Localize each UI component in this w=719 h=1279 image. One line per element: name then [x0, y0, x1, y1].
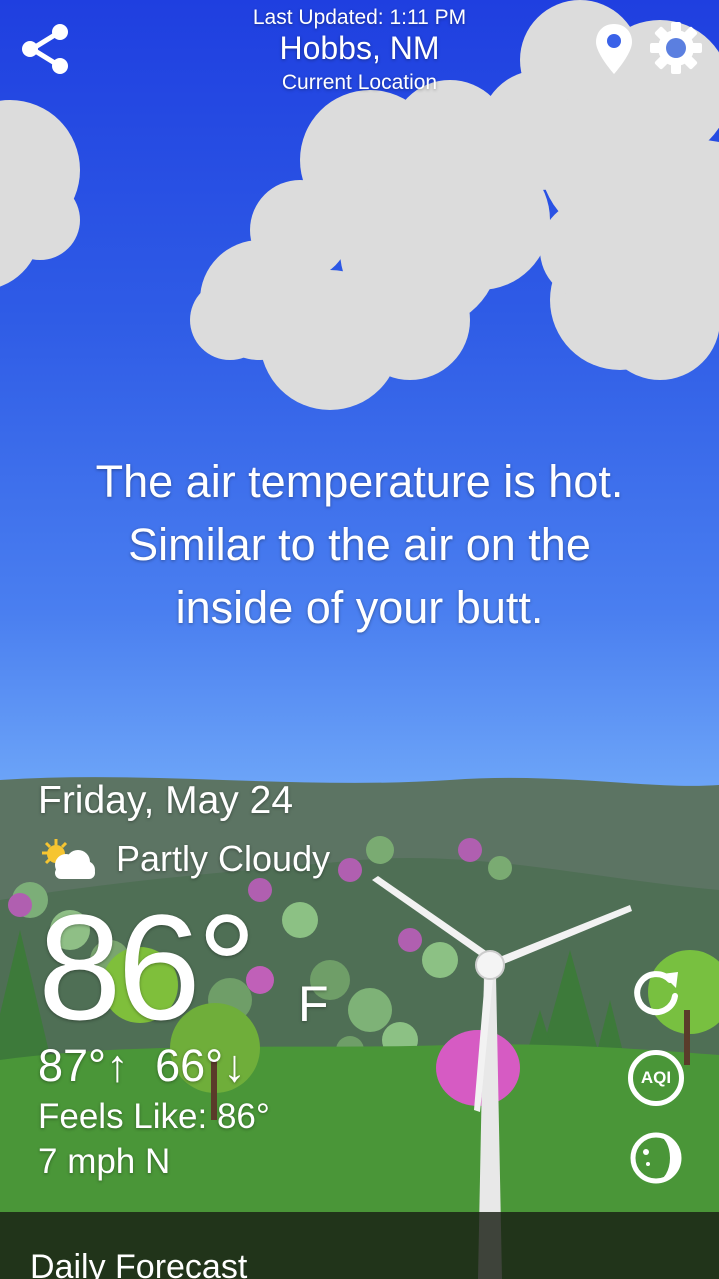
partly-cloudy-icon: [42, 839, 95, 879]
phrase-line: Similar to the air on the: [128, 519, 591, 570]
high-low-temps: 87°↑ 66°↓: [38, 1040, 246, 1092]
weather-screen: Last Updated: 1:11 PM Hobbs, NM Current …: [0, 0, 719, 1279]
refresh-icon[interactable]: [628, 966, 684, 1022]
low-temp: 66°↓: [155, 1040, 246, 1091]
moon-phase-icon[interactable]: [628, 1130, 684, 1186]
aqi-button[interactable]: AQI: [628, 1050, 684, 1106]
weather-phrase: The air temperature is hot. Similar to t…: [40, 450, 679, 639]
daily-forecast-title: Daily Forecast: [30, 1248, 248, 1279]
phrase-line: inside of your butt.: [175, 582, 544, 633]
phrase-line: The air temperature is hot.: [95, 456, 624, 507]
gear-icon[interactable]: [648, 20, 704, 76]
wind-speed: 7 mph N: [38, 1142, 171, 1181]
condition-text: Partly Cloudy: [116, 838, 331, 879]
temperature-unit: F: [298, 976, 329, 1032]
current-date: Friday, May 24: [38, 779, 294, 822]
location-pin-icon[interactable]: [594, 22, 634, 76]
aqi-label: AQI: [640, 1068, 672, 1087]
feels-like: Feels Like: 86°: [38, 1097, 270, 1136]
current-temperature[interactable]: 86°: [38, 892, 257, 1042]
condition-row: Partly Cloudy: [38, 834, 330, 884]
high-temp: 87°↑: [38, 1040, 129, 1091]
share-icon[interactable]: [18, 22, 72, 76]
daily-forecast-bar[interactable]: Daily Forecast: [0, 1212, 719, 1279]
